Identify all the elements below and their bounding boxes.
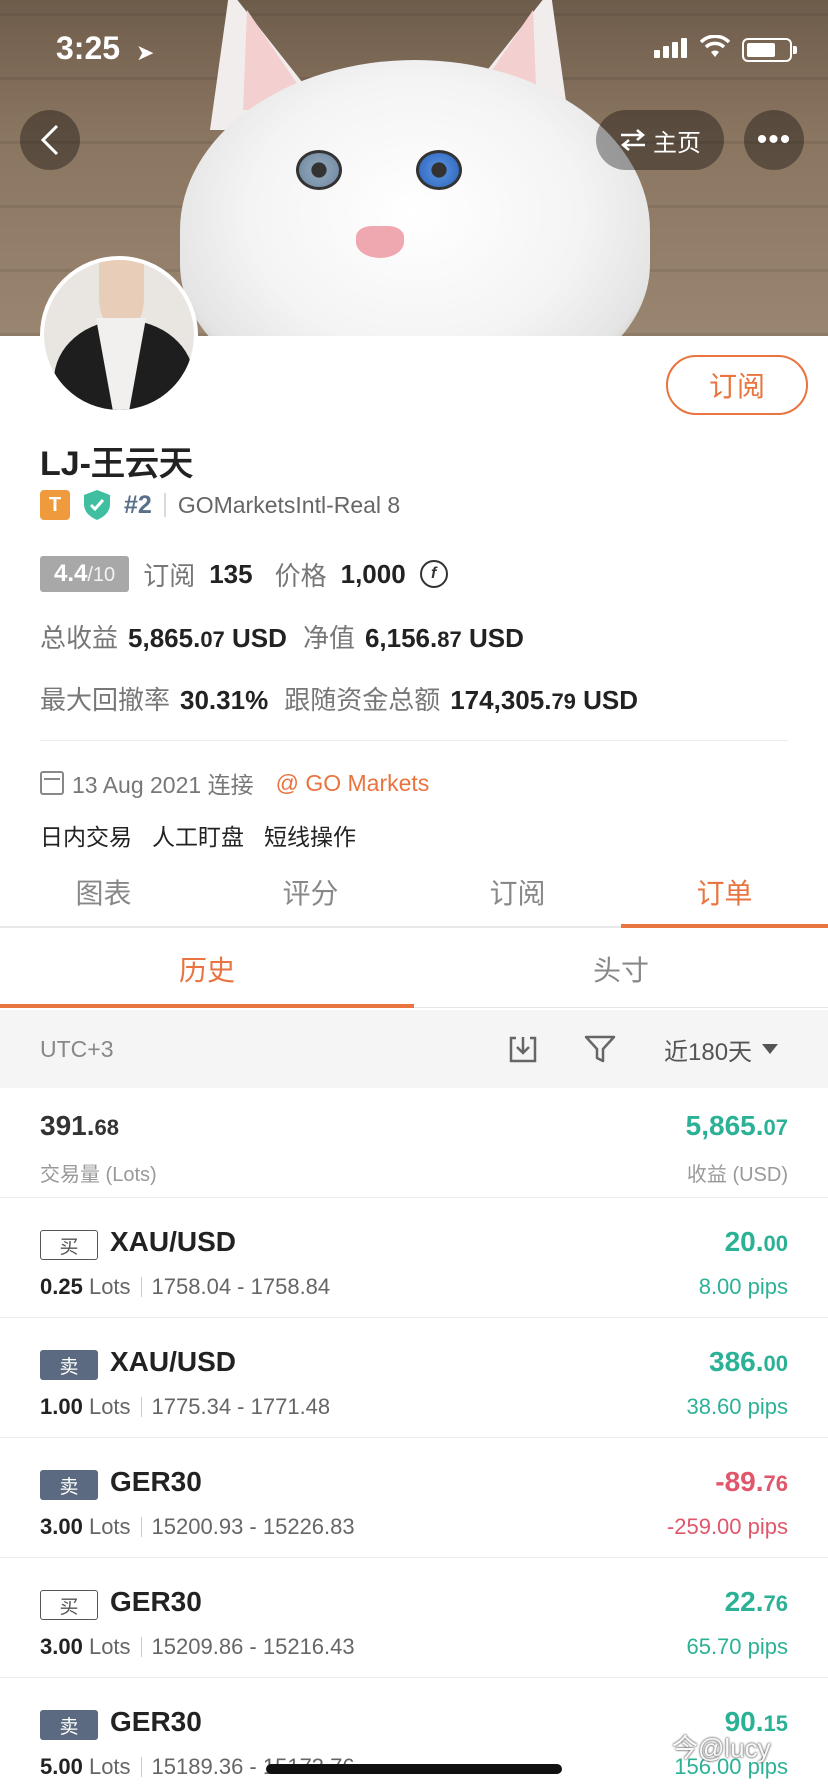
drawdown-label: 最大回撤率 (40, 685, 171, 715)
trade-info: 0.25 Lots 1758.04 - 1758.84 (40, 1274, 331, 1299)
trader-name: LJ-王云天 (40, 445, 193, 483)
tab-subscription[interactable]: 订阅 (414, 858, 621, 926)
tag: 短线操作 (264, 824, 356, 850)
trade-pnl: 20.00 (724, 1226, 788, 1257)
wifi-icon (699, 34, 731, 66)
side-badge: 买 (40, 1590, 98, 1620)
trade-pips: 65.70 pips (686, 1634, 788, 1659)
drawdown-value: 30.31% (180, 685, 269, 715)
score-badge: 4.4/10 (40, 556, 130, 592)
total-lots-label: 交易量 (Lots) (40, 1164, 157, 1186)
cellular-signal-icon (654, 38, 687, 58)
equity-value: 6,156.87 USD (364, 623, 524, 653)
subs-label: 订阅 (143, 560, 196, 591)
account-name: GOMarketsIntl-Real 8 (177, 491, 401, 518)
score-max: /10 (87, 564, 116, 586)
tag: 日内交易 (40, 824, 132, 850)
trade-info: 3.00 Lots 15209.86 - 15216.43 (40, 1634, 355, 1659)
rank-badge: #2 (124, 490, 152, 519)
main-tabs: 图表 评分 订阅 订单 (0, 858, 828, 928)
side-badge: 卖 (40, 1470, 98, 1500)
status-bar: 3:25 ➤ (0, 0, 828, 100)
home-button-label: 主页 (653, 129, 701, 157)
broker-link[interactable]: @ GO Markets (276, 770, 430, 797)
timezone-label: UTC+3 (40, 1035, 114, 1062)
battery-icon (742, 38, 797, 62)
verified-shield-icon (84, 490, 110, 520)
avatar[interactable] (40, 256, 198, 414)
trade-list: 买 XAU/USD 0.25 Lots 1758.04 - 1758.84 20.… (0, 1198, 828, 1792)
trade-symbol: XAU/USD (110, 1346, 237, 1377)
history-summary: 391.68 交易量 (Lots) 5,865.07 收益 (USD) (0, 1088, 828, 1198)
range-dropdown[interactable]: 近180天 (664, 1032, 779, 1067)
filter-icon[interactable] (584, 1034, 616, 1064)
side-badge: 卖 (40, 1710, 98, 1740)
connection-info: 13 Aug 2021 连接 @ GO Markets (40, 766, 429, 800)
price-label: 价格 (274, 560, 327, 591)
trade-pips: 8.00 pips (698, 1274, 788, 1299)
trade-row[interactable]: 买 XAU/USD 0.25 Lots 1758.04 - 1758.84 20.… (0, 1198, 828, 1318)
trade-pips: -259.00 pips (666, 1514, 788, 1539)
download-icon[interactable] (508, 1034, 538, 1064)
status-time: 3:25 (56, 30, 121, 66)
tab-history[interactable]: 历史 (0, 930, 414, 1008)
side-badge: 卖 (40, 1350, 98, 1380)
back-button[interactable] (20, 110, 80, 170)
watermark: 今@lucy (672, 1733, 771, 1763)
trade-row[interactable]: 买 GER30 3.00 Lots 15209.86 - 15216.43 22.… (0, 1558, 828, 1678)
follow-funds-value: 174,305.79 USD (450, 685, 639, 715)
score-value: 4.4 (54, 560, 88, 587)
trade-pnl: 386.00 (709, 1346, 788, 1377)
coin-icon: f (419, 560, 448, 588)
profit-equity-row: 总收益 5,865.07 USD 净值 6,156.87 USD (40, 618, 524, 655)
order-subtabs: 历史 头寸 (0, 930, 828, 1008)
home-indicator[interactable] (266, 1764, 562, 1774)
subs-value: 135 (209, 558, 253, 589)
caret-down-icon (762, 1044, 779, 1054)
strategy-tags: 日内交易 人工盯盘 短线操作 (40, 818, 356, 852)
calendar-icon (40, 771, 64, 795)
trade-info: 3.00 Lots 15200.93 - 15226.83 (40, 1514, 355, 1539)
tab-positions[interactable]: 头寸 (414, 930, 828, 1007)
divider (40, 740, 788, 741)
ellipsis-icon: ••• (756, 123, 792, 156)
price-value: 1,000 (340, 558, 406, 589)
connected-date: 13 Aug 2021 连接 (72, 772, 254, 798)
filter-toolbar: UTC+3 近180天 (0, 1010, 828, 1088)
tab-chart[interactable]: 图表 (0, 858, 207, 926)
home-button[interactable]: 主页 (596, 110, 724, 170)
more-options-button[interactable]: ••• (744, 110, 804, 170)
tab-rating[interactable]: 评分 (207, 858, 414, 926)
trade-row[interactable]: 卖 GER30 3.00 Lots 15200.93 - 15226.83 -89… (0, 1438, 828, 1558)
trade-symbol: GER30 (110, 1706, 202, 1737)
drawdown-funds-row: 最大回撤率 30.31% 跟随资金总额 174,305.79 USD (40, 680, 638, 717)
follow-funds-label: 跟随资金总额 (284, 685, 441, 715)
total-lots: 391.68 (40, 1110, 119, 1141)
side-badge: 买 (40, 1230, 98, 1260)
trade-pnl: 22.76 (724, 1586, 788, 1617)
trade-pnl: -89.76 (715, 1466, 788, 1497)
range-label: 近180天 (664, 1038, 753, 1066)
trade-symbol: GER30 (110, 1466, 202, 1497)
trade-row[interactable]: 卖 XAU/USD 1.00 Lots 1775.34 - 1771.48 386… (0, 1318, 828, 1438)
badge-row: T #2 GOMarketsIntl-Real 8 (40, 488, 400, 522)
divider (163, 493, 166, 517)
trade-pips: 38.60 pips (686, 1394, 788, 1419)
total-profit-label: 收益 (USD) (686, 1164, 788, 1186)
location-arrow-icon: ➤ (136, 40, 155, 65)
tab-orders[interactable]: 订单 (621, 858, 828, 928)
trade-symbol: XAU/USD (110, 1226, 237, 1257)
tier-badge: T (40, 490, 70, 520)
chevron-left-icon (40, 124, 59, 156)
swap-arrows-icon (621, 129, 645, 151)
trade-symbol: GER30 (110, 1586, 202, 1617)
trade-info: 1.00 Lots 1775.34 - 1771.48 (40, 1394, 331, 1419)
subscribe-button[interactable]: 订阅 (666, 355, 808, 415)
equity-label: 净值 (302, 623, 355, 653)
total-profit-value: 5,865.07 USD (128, 623, 287, 653)
total-profit: 5,865.07 (685, 1110, 788, 1141)
score-row: 4.4/10 订阅 135 价格 1,000 f (40, 554, 448, 594)
tag: 人工盯盘 (152, 824, 244, 850)
total-profit-label: 总收益 (40, 623, 119, 653)
